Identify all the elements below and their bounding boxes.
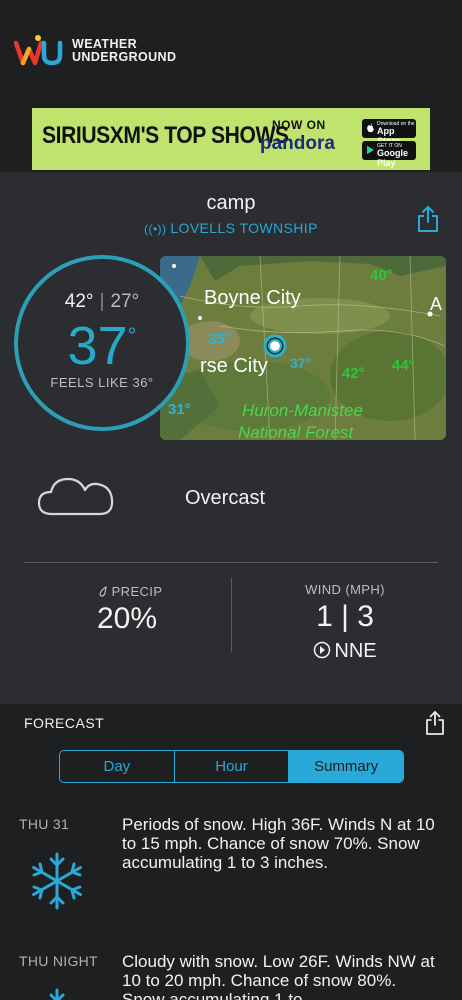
ad-banner[interactable]: SIRIUSXM'S TOP SHOWS NOW ON pandora Down…: [32, 108, 430, 170]
map-temp-4: 44°: [392, 357, 415, 374]
forecast-day-1: THU NIGHT: [19, 953, 98, 969]
wind-direction-icon: [314, 641, 331, 659]
map-graphic: 40° 35° 37° 42° 44° 31° Boyne City rse C…: [160, 256, 446, 440]
tab-summary[interactable]: Summary: [288, 751, 403, 782]
precip-label: PRECIP: [80, 584, 180, 599]
play-icon: [367, 145, 374, 155]
forecast-text-0: Periods of snow. High 36F. Winds N at 10…: [122, 815, 435, 872]
tab-hour[interactable]: Hour: [173, 751, 289, 782]
wind-value: 1 | 3: [316, 600, 374, 633]
station-link[interactable]: ((•)) LOVELLS TOWNSHIP: [0, 220, 462, 236]
current-temp-value: 37: [67, 316, 128, 376]
current-temp: 37°: [18, 315, 186, 377]
precip-value: 20%: [96, 602, 158, 635]
map-temp-2: 37°: [290, 355, 311, 371]
degree-symbol: °: [127, 323, 137, 348]
map-temp-5: 31°: [168, 401, 191, 418]
signal-icon: ((•)): [144, 222, 167, 236]
raindrop-icon: [98, 585, 107, 597]
divider: [24, 562, 438, 563]
wu-logo-icon[interactable]: [14, 33, 64, 67]
forecast-share-icon[interactable]: [424, 710, 446, 736]
share-icon[interactable]: [416, 205, 440, 233]
map-label-traverse: rse City: [200, 355, 268, 377]
temperature-dial[interactable]: 42° | 27° 37° FEELS LIKE 36°: [14, 255, 190, 431]
wind-direction-text: NNE: [334, 640, 377, 662]
stats-divider: [231, 578, 232, 652]
apple-icon: [367, 123, 374, 133]
logo-line-2: UNDERGROUND: [72, 50, 177, 64]
ad-headline: SIRIUSXM'S TOP SHOWS: [42, 122, 289, 149]
low-temp: 27°: [110, 291, 140, 312]
forecast-day-0: THU 31: [19, 816, 70, 832]
hilo-separator: |: [99, 291, 105, 312]
precip-label-text: PRECIP: [111, 584, 163, 599]
condition-text: Overcast: [185, 487, 266, 509]
tab-day[interactable]: Day: [60, 751, 174, 782]
wind-label: WIND (MPH): [305, 582, 385, 597]
map-label-huron: Huron-Manistee: [242, 401, 363, 420]
ad-brand: pandora: [260, 133, 335, 154]
feels-like: FEELS LIKE 36°: [50, 375, 154, 390]
wind-direction: NNE: [300, 640, 390, 663]
forecast-title: FORECAST: [24, 715, 105, 731]
logo-text: WEATHER UNDERGROUND: [72, 38, 176, 64]
radar-map[interactable]: 40° 35° 37° 42° 44° 31° Boyne City rse C…: [160, 256, 446, 440]
forecast-tabs: Day Hour Summary: [59, 750, 404, 783]
map-temp-1: 35°: [208, 331, 231, 348]
map-label-a: A: [430, 294, 442, 314]
cloud-icon: [37, 477, 114, 516]
google-play-label: Google Play: [377, 148, 408, 168]
map-label-forest: National Forest: [238, 423, 355, 440]
snowflake-icon-2: [49, 988, 65, 1000]
station-name: LOVELLS TOWNSHIP: [170, 220, 318, 236]
high-temp: 42°: [64, 291, 94, 312]
high-low: 42° | 27°: [18, 291, 186, 313]
app-store-badge[interactable]: Download on the App Store: [362, 119, 416, 146]
forecast-text-1: Cloudy with snow. Low 26F. Winds NW at 1…: [122, 952, 435, 1000]
google-play-badge[interactable]: GET IT ON Google Play: [362, 141, 416, 168]
map-temp-3: 42°: [342, 365, 365, 382]
ad-now-on: NOW ON: [272, 118, 326, 132]
map-label-boyne: Boyne City: [204, 287, 301, 309]
snowflake-icon: [32, 852, 82, 910]
map-temp-0: 40°: [370, 267, 393, 284]
location-name[interactable]: camp: [0, 192, 462, 215]
app-header: WEATHER UNDERGROUND: [0, 0, 462, 100]
